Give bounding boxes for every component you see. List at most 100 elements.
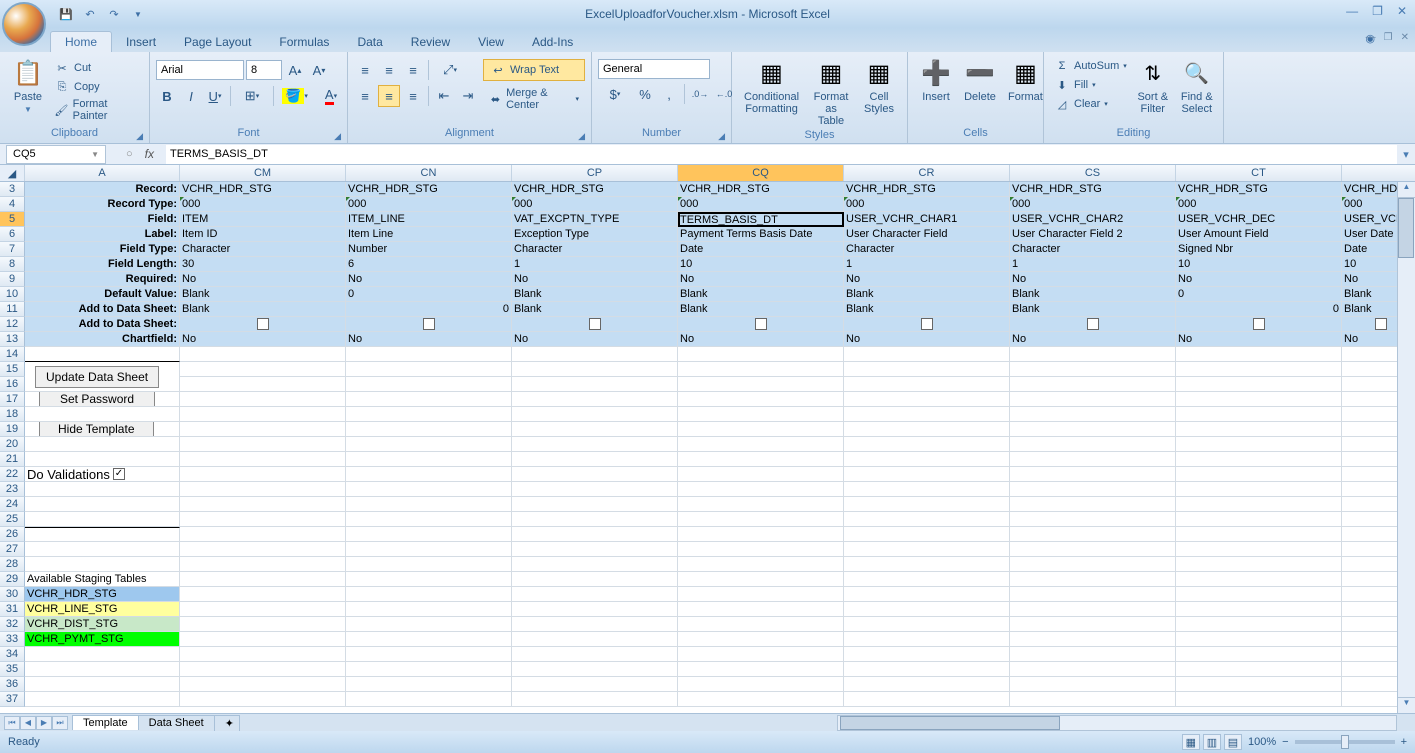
cell-CR31[interactable] bbox=[844, 602, 1010, 617]
cell-CM24[interactable] bbox=[180, 497, 346, 512]
cell-CQ7[interactable]: Date bbox=[678, 242, 844, 257]
cell-CP15[interactable] bbox=[512, 362, 678, 377]
row-header-28[interactable]: 28 bbox=[0, 557, 25, 572]
new-sheet-button[interactable]: ✦ bbox=[214, 715, 240, 731]
cell-CN17[interactable] bbox=[346, 392, 512, 407]
row-header-22[interactable]: 22 bbox=[0, 467, 25, 482]
cell-A20[interactable] bbox=[25, 437, 180, 452]
row-header-30[interactable]: 30 bbox=[0, 587, 25, 602]
cell-CN33[interactable] bbox=[346, 632, 512, 647]
row-header-19[interactable]: 19 bbox=[0, 422, 25, 437]
row-header-17[interactable]: 17 bbox=[0, 392, 25, 407]
close-button[interactable]: ✕ bbox=[1397, 4, 1407, 18]
cell-CR11[interactable]: Blank bbox=[844, 302, 1010, 317]
cell-CR36[interactable] bbox=[844, 677, 1010, 692]
cut-button[interactable]: ✂Cut bbox=[50, 59, 143, 77]
row-header-25[interactable]: 25 bbox=[0, 512, 25, 527]
add-to-data-sheet-checkbox[interactable] bbox=[1253, 318, 1265, 330]
row-header-9[interactable]: 9 bbox=[0, 272, 25, 287]
align-left-button[interactable]: ≡ bbox=[354, 85, 376, 107]
font-size-input[interactable] bbox=[246, 60, 282, 80]
cell-CP29[interactable] bbox=[512, 572, 678, 587]
col-header-CM[interactable]: CM bbox=[180, 165, 346, 181]
shrink-font-button[interactable]: A▾ bbox=[308, 59, 330, 81]
row-header-33[interactable]: 33 bbox=[0, 632, 25, 647]
cell-CT4[interactable]: 000 bbox=[1176, 197, 1342, 212]
cell-CS15[interactable] bbox=[1010, 362, 1176, 377]
cell-A27[interactable] bbox=[25, 542, 180, 557]
cell-CT21[interactable] bbox=[1176, 452, 1342, 467]
cell-A17[interactable]: Set Password bbox=[25, 392, 180, 407]
align-middle-button[interactable]: ≡ bbox=[378, 59, 400, 81]
qat-customize-icon[interactable]: ▼ bbox=[128, 4, 148, 24]
cell-CN19[interactable] bbox=[346, 422, 512, 437]
sheet-tab-template[interactable]: Template bbox=[72, 715, 139, 730]
grow-font-button[interactable]: A▴ bbox=[284, 59, 306, 81]
cell-CS18[interactable] bbox=[1010, 407, 1176, 422]
col-header-CT[interactable]: CT bbox=[1176, 165, 1342, 181]
row-header-18[interactable]: 18 bbox=[0, 407, 25, 422]
bold-button[interactable]: B bbox=[156, 85, 178, 107]
cell-CR34[interactable] bbox=[844, 647, 1010, 662]
cell-CN24[interactable] bbox=[346, 497, 512, 512]
cell-CT34[interactable] bbox=[1176, 647, 1342, 662]
border-button[interactable]: ⊞▾ bbox=[235, 85, 269, 107]
cell-CQ24[interactable] bbox=[678, 497, 844, 512]
cell-CS23[interactable] bbox=[1010, 482, 1176, 497]
cell-CM27[interactable] bbox=[180, 542, 346, 557]
cell-CS5[interactable]: USER_VCHR_CHAR2 bbox=[1010, 212, 1176, 227]
col-header-A[interactable]: A bbox=[25, 165, 180, 181]
align-right-button[interactable]: ≡ bbox=[402, 85, 424, 107]
cell-CN10[interactable]: 0 bbox=[346, 287, 512, 302]
cell-CP27[interactable] bbox=[512, 542, 678, 557]
cell-CS28[interactable] bbox=[1010, 557, 1176, 572]
clear-button[interactable]: ◿Clear▾ bbox=[1050, 95, 1131, 113]
cell-CP30[interactable] bbox=[512, 587, 678, 602]
cell-CQ22[interactable] bbox=[678, 467, 844, 482]
row-header-4[interactable]: 4 bbox=[0, 197, 25, 212]
cell-CP22[interactable] bbox=[512, 467, 678, 482]
cell-CP12[interactable] bbox=[512, 317, 678, 332]
cell-CQ16[interactable] bbox=[678, 377, 844, 392]
cell-CS12[interactable] bbox=[1010, 317, 1176, 332]
horizontal-scrollbar[interactable] bbox=[837, 715, 1397, 731]
row-header-23[interactable]: 23 bbox=[0, 482, 25, 497]
cell-CT7[interactable]: Signed Nbr bbox=[1176, 242, 1342, 257]
cell-CM33[interactable] bbox=[180, 632, 346, 647]
increase-decimal-button[interactable]: .0→ bbox=[689, 83, 711, 105]
cell-CR16[interactable] bbox=[844, 377, 1010, 392]
last-sheet-button[interactable]: ⏭ bbox=[52, 716, 68, 730]
row-header-21[interactable]: 21 bbox=[0, 452, 25, 467]
row-header-35[interactable]: 35 bbox=[0, 662, 25, 677]
scroll-thumb[interactable] bbox=[1398, 198, 1414, 258]
cell-CT16[interactable] bbox=[1176, 377, 1342, 392]
cell-CM17[interactable] bbox=[180, 392, 346, 407]
italic-button[interactable]: I bbox=[180, 85, 202, 107]
next-sheet-button[interactable]: ▶ bbox=[36, 716, 52, 730]
cell-CP34[interactable] bbox=[512, 647, 678, 662]
cell-A24[interactable] bbox=[25, 497, 180, 512]
expand-formula-icon[interactable]: ▾ bbox=[1397, 148, 1415, 161]
cell-CR32[interactable] bbox=[844, 617, 1010, 632]
cell-A28[interactable] bbox=[25, 557, 180, 572]
zoom-slider[interactable] bbox=[1295, 740, 1395, 744]
cell-CS37[interactable] bbox=[1010, 692, 1176, 707]
cell-CR18[interactable] bbox=[844, 407, 1010, 422]
cell-CM7[interactable]: Character bbox=[180, 242, 346, 257]
cell-CQ13[interactable]: No bbox=[678, 332, 844, 347]
cell-CR3[interactable]: VCHR_HDR_STG bbox=[844, 182, 1010, 197]
paste-button[interactable]: 📋 Paste ▼ bbox=[6, 55, 50, 116]
do-validations-checkbox[interactable] bbox=[113, 468, 125, 480]
cell-CR25[interactable] bbox=[844, 512, 1010, 527]
first-sheet-button[interactable]: ⏮ bbox=[4, 716, 20, 730]
cell-CT22[interactable] bbox=[1176, 467, 1342, 482]
page-break-button[interactable]: ▤ bbox=[1224, 734, 1242, 750]
cell-CT23[interactable] bbox=[1176, 482, 1342, 497]
cell-CP5[interactable]: VAT_EXCPTN_TYPE bbox=[512, 212, 678, 227]
cell-CQ25[interactable] bbox=[678, 512, 844, 527]
cell-CS16[interactable] bbox=[1010, 377, 1176, 392]
workbook-restore[interactable]: ❐ bbox=[1384, 32, 1393, 43]
cell-A34[interactable] bbox=[25, 647, 180, 662]
cell-A7[interactable]: Field Type: bbox=[25, 242, 180, 257]
row-header-14[interactable]: 14 bbox=[0, 347, 25, 362]
